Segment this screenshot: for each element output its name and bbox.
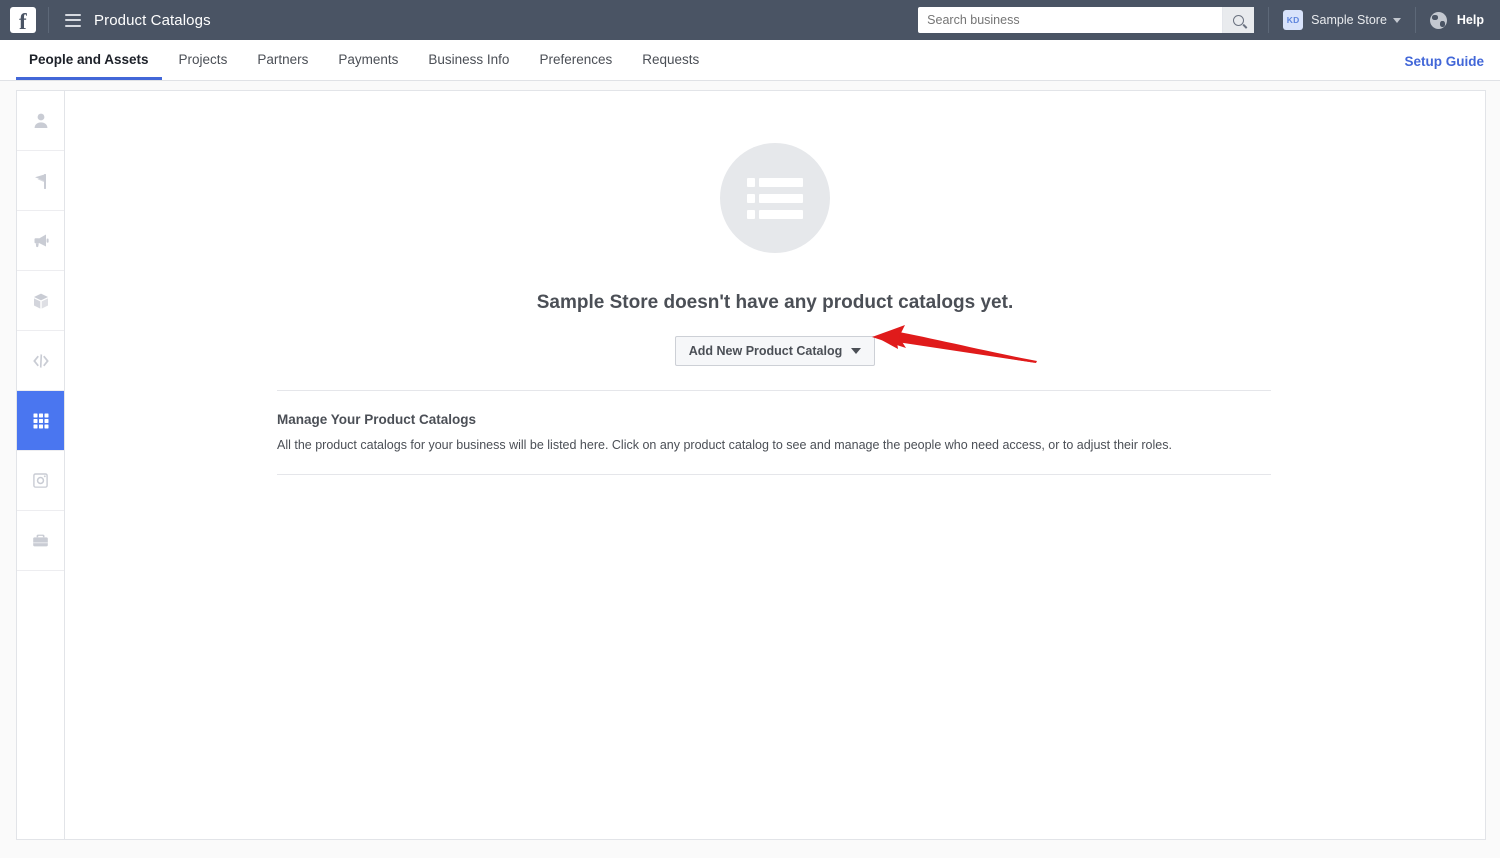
box-app-icon bbox=[33, 293, 48, 309]
tab-list: People and Assets Projects Partners Paym… bbox=[14, 39, 714, 80]
list-placeholder-row bbox=[747, 209, 803, 219]
tab-bar: People and Assets Projects Partners Paym… bbox=[0, 40, 1500, 81]
list-placeholder-icon bbox=[747, 177, 803, 219]
topbar-separator-1 bbox=[1268, 7, 1270, 33]
tab-label: Requests bbox=[642, 52, 700, 67]
chevron-down-icon bbox=[1392, 17, 1401, 23]
tab-preferences[interactable]: Preferences bbox=[524, 39, 627, 80]
sidebar-item-people[interactable] bbox=[17, 91, 64, 151]
sidebar-item-pages[interactable] bbox=[17, 151, 64, 211]
topbar-separator-2 bbox=[1414, 7, 1416, 33]
search-icon bbox=[1233, 14, 1245, 26]
globe-icon[interactable] bbox=[1429, 11, 1447, 29]
sidebar-item-apps[interactable] bbox=[17, 271, 64, 331]
tab-partners[interactable]: Partners bbox=[242, 39, 323, 80]
list-bullet bbox=[747, 209, 755, 219]
manage-section-description: All the product catalogs for your busine… bbox=[277, 438, 1172, 452]
content-area: Sample Store doesn't have any product ca… bbox=[65, 91, 1485, 839]
topbar-title: Product Catalogs bbox=[94, 11, 211, 29]
tab-projects[interactable]: Projects bbox=[164, 39, 243, 80]
list-bullet bbox=[747, 177, 755, 187]
top-navigation-bar: f Product Catalogs KD Sample Store Help bbox=[0, 0, 1500, 40]
sidebar-item-product-catalogs[interactable] bbox=[17, 391, 64, 451]
sidebar-item-ad-accounts[interactable] bbox=[17, 211, 64, 271]
hamburger-menu-icon[interactable] bbox=[65, 13, 81, 27]
tab-label: People and Assets bbox=[29, 52, 149, 67]
asset-type-sidebar bbox=[17, 91, 65, 839]
briefcase-icon bbox=[33, 534, 48, 547]
sidebar-item-line-of-business[interactable] bbox=[17, 511, 64, 571]
search-input[interactable] bbox=[918, 7, 1223, 33]
empty-state: Sample Store doesn't have any product ca… bbox=[65, 91, 1485, 366]
code-pixel-icon bbox=[32, 353, 49, 368]
tab-people-and-assets[interactable]: People and Assets bbox=[14, 39, 164, 80]
grid-product-catalogs-icon bbox=[33, 413, 48, 428]
empty-state-title: Sample Store doesn't have any product ca… bbox=[536, 292, 1014, 313]
tab-requests[interactable]: Requests bbox=[627, 39, 714, 80]
topbar-divider bbox=[48, 7, 49, 33]
facebook-logo-icon[interactable]: f bbox=[10, 7, 36, 33]
main-panel: Sample Store doesn't have any product ca… bbox=[16, 90, 1486, 840]
sidebar-item-instagram-accounts[interactable] bbox=[17, 451, 64, 511]
person-icon bbox=[34, 113, 47, 128]
list-placeholder-row bbox=[747, 193, 803, 203]
tab-label: Partners bbox=[257, 52, 309, 67]
business-avatar: KD bbox=[1283, 10, 1304, 30]
megaphone-ad-account-icon bbox=[34, 234, 49, 248]
chevron-down-icon bbox=[851, 348, 862, 354]
tab-label: Preferences bbox=[539, 52, 613, 67]
add-new-product-catalog-label: Add New Product Catalog bbox=[688, 344, 843, 358]
help-link[interactable]: Help bbox=[1457, 13, 1484, 27]
section-divider-top bbox=[277, 390, 1271, 391]
business-switcher[interactable]: KD Sample Store bbox=[1283, 10, 1401, 30]
list-bullet bbox=[747, 193, 755, 203]
instagram-icon bbox=[33, 473, 48, 488]
list-bar bbox=[759, 177, 803, 187]
manage-product-catalogs-section: Manage Your Product Catalogs All the pro… bbox=[277, 412, 1271, 453]
sidebar-item-pixels[interactable] bbox=[17, 331, 64, 391]
business-name-label: Sample Store bbox=[1311, 13, 1387, 27]
tab-label: Payments bbox=[338, 52, 399, 67]
add-new-product-catalog-button[interactable]: Add New Product Catalog bbox=[674, 336, 876, 366]
tab-business-info[interactable]: Business Info bbox=[413, 39, 524, 80]
setup-guide-link[interactable]: Setup Guide bbox=[1404, 54, 1484, 69]
tab-payments[interactable]: Payments bbox=[323, 39, 413, 80]
tab-label: Projects bbox=[178, 52, 228, 67]
search-button[interactable] bbox=[1222, 7, 1255, 33]
search-box[interactable] bbox=[918, 7, 1255, 33]
tab-label: Business Info bbox=[428, 52, 510, 67]
manage-section-title: Manage Your Product Catalogs bbox=[277, 412, 477, 427]
section-divider-bottom bbox=[277, 474, 1271, 475]
list-placeholder-row bbox=[747, 177, 803, 187]
topbar-right-group: KD Sample Store Help bbox=[918, 0, 1500, 40]
flag-page-icon bbox=[34, 173, 46, 189]
list-bar bbox=[759, 193, 803, 203]
empty-state-illustration bbox=[720, 143, 830, 253]
list-bar bbox=[759, 209, 803, 219]
